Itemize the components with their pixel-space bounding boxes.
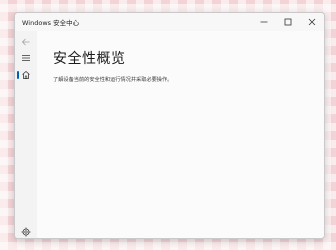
minimize-button[interactable] <box>252 13 276 31</box>
window-title: Windows 安全中心 <box>22 19 80 27</box>
app-window: Windows 安全中心 安全性概览 了解设备当前的安全性和运行情况并采取必要操… <box>14 12 325 239</box>
main-content: 安全性概览 了解设备当前的安全性和运行情况并采取必要操作。 <box>37 31 324 238</box>
page-title: 安全性概览 <box>53 51 126 67</box>
window-controls <box>252 13 324 31</box>
navigation-sidebar <box>15 31 37 238</box>
close-button[interactable] <box>300 13 324 31</box>
title-bar[interactable]: Windows 安全中心 <box>15 13 324 31</box>
maximize-button[interactable] <box>276 13 300 31</box>
back-arrow-icon[interactable] <box>21 37 31 47</box>
minimize-icon <box>260 21 268 23</box>
close-icon <box>308 18 316 26</box>
page-description: 了解设备当前的安全性和运行情况并采取必要操作。 <box>53 77 173 83</box>
maximize-icon <box>284 18 292 26</box>
active-indicator <box>17 71 19 79</box>
home-icon[interactable] <box>21 70 31 80</box>
hamburger-menu-icon[interactable] <box>21 53 31 63</box>
gear-icon[interactable] <box>21 227 31 237</box>
